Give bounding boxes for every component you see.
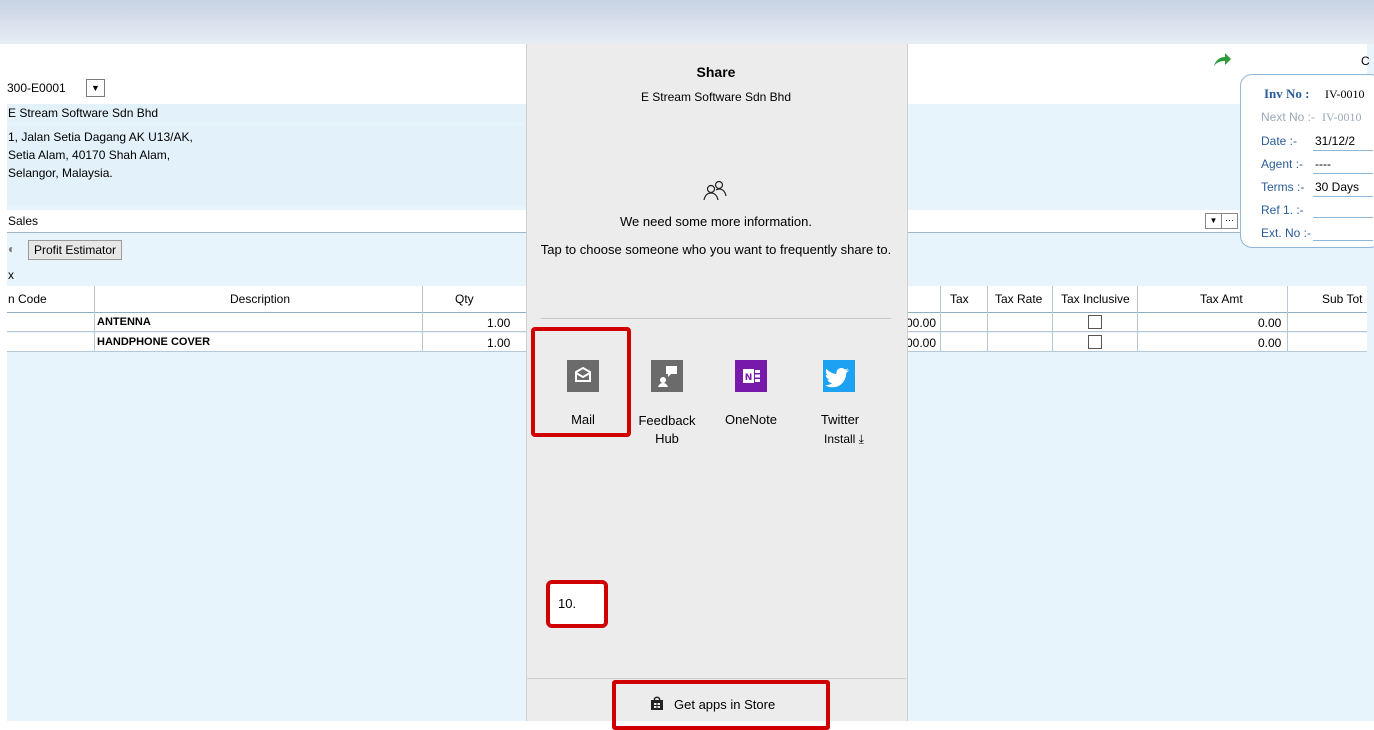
onenote-app-tile[interactable]: N [735, 360, 767, 392]
inv-no-label: Inv No : [1264, 86, 1310, 101]
column-divider [1052, 286, 1053, 352]
col-header-qty[interactable]: Qty [455, 292, 474, 306]
col-header-tax-amt[interactable]: Tax Amt [1200, 292, 1243, 306]
profit-estimator-button[interactable]: Profit Estimator [28, 240, 123, 260]
column-divider [1287, 286, 1288, 352]
row2-tax-inclusive-checkbox[interactable] [1088, 335, 1102, 349]
mail-highlight-box [531, 327, 631, 437]
svg-text:N: N [745, 373, 753, 383]
agent-label: Agent :- [1261, 157, 1304, 171]
date-label: Date :- [1261, 134, 1298, 148]
share-divider [541, 318, 891, 319]
twitter-app-label[interactable]: Twitter [815, 412, 865, 427]
row2-tax-amt: 0.00 [1258, 336, 1282, 350]
row2-amount: 00.00 [906, 336, 937, 350]
onenote-app-label[interactable]: OneNote [721, 412, 781, 427]
column-divider [94, 286, 95, 352]
agent-value[interactable]: ---- [1315, 157, 1331, 171]
sales-more-button[interactable]: ··· [1221, 213, 1238, 229]
step-badge [546, 580, 608, 628]
col-header-tax[interactable]: Tax [950, 292, 969, 306]
row2-qty: 1.00 [487, 336, 511, 350]
terms-label: Terms :- [1261, 180, 1305, 194]
date-underline [1313, 150, 1373, 151]
column-divider [940, 286, 941, 352]
row1-amount: 00.00 [906, 316, 937, 330]
twitter-install-label[interactable]: Install ⤓ [809, 432, 879, 447]
feedback-hub-app-label[interactable]: Feedback Hub [637, 412, 697, 448]
address-line-1: 1, Jalan Setia Dagang AK U13/AK, [8, 130, 193, 144]
store-bar-divider [526, 678, 906, 679]
date-value[interactable]: 31/12/2 [1315, 134, 1355, 148]
feedback-hub-app-tile[interactable] [651, 360, 683, 392]
customer-dropdown-button[interactable]: ▼ [86, 79, 105, 97]
row1-tax-inclusive-checkbox[interactable] [1088, 315, 1102, 329]
row2-description: HANDPHONE COVER [97, 336, 211, 348]
next-no-label: Next No :- [1261, 110, 1316, 124]
twitter-app-tile[interactable] [823, 360, 855, 392]
col-header-description[interactable]: Description [230, 292, 290, 306]
col-header-sub-total[interactable]: Sub Tot [1322, 292, 1362, 306]
step-number: 10. [558, 596, 577, 611]
col-header-item-code[interactable]: n Code [8, 292, 47, 306]
next-no-value: IV-0010 [1322, 110, 1362, 124]
feedback-hub-icon [658, 366, 677, 387]
share-arrow-icon[interactable] [1212, 52, 1232, 68]
store-highlight-box [612, 680, 830, 730]
address-line-2: Setia Alam, 40170 Shah Alam, [8, 148, 171, 162]
sales-dropdown-button[interactable]: ▼ [1205, 213, 1222, 229]
top-right-glyph: C [1361, 54, 1370, 68]
onenote-icon: N [743, 369, 760, 383]
need-info-text: We need some more information. [620, 214, 812, 229]
people-icon [703, 180, 727, 201]
terms-value[interactable]: 30 Days [1315, 180, 1359, 194]
ext-no-label: Ext. No :- [1261, 226, 1312, 240]
share-title: Share [696, 64, 736, 80]
refresh-icon[interactable]: ◐ [8, 242, 15, 256]
inv-no-value[interactable]: IV-0010 [1325, 87, 1365, 102]
customer-code[interactable]: 300-E0001 [7, 81, 66, 95]
row1-description: ANTENNA [97, 316, 151, 328]
address-line-3: Selangor, Malaysia. [8, 166, 113, 180]
col-header-tax-inclusive[interactable]: Tax Inclusive [1061, 292, 1130, 306]
agent-underline [1313, 173, 1373, 174]
company-name: E Stream Software Sdn Bhd [8, 106, 159, 120]
tap-instruction-text: Tap to choose someone who you want to fr… [540, 242, 892, 257]
column-divider [987, 286, 988, 352]
ref1-label: Ref 1. :- [1261, 203, 1304, 217]
terms-underline [1313, 196, 1373, 197]
column-divider [1137, 286, 1138, 352]
row1-tax-amt: 0.00 [1258, 316, 1282, 330]
twitter-bird-icon [824, 368, 849, 388]
ref1-underline[interactable] [1313, 217, 1373, 218]
column-divider [422, 286, 423, 352]
sales-label: Sales [8, 214, 39, 228]
col-header-tax-rate[interactable]: Tax Rate [995, 292, 1042, 306]
tab-x[interactable]: x [8, 268, 14, 282]
share-subtitle: E Stream Software Sdn Bhd [640, 90, 792, 104]
ext-no-underline[interactable] [1313, 240, 1373, 241]
title-bar [0, 0, 1374, 44]
row1-qty: 1.00 [487, 316, 511, 330]
